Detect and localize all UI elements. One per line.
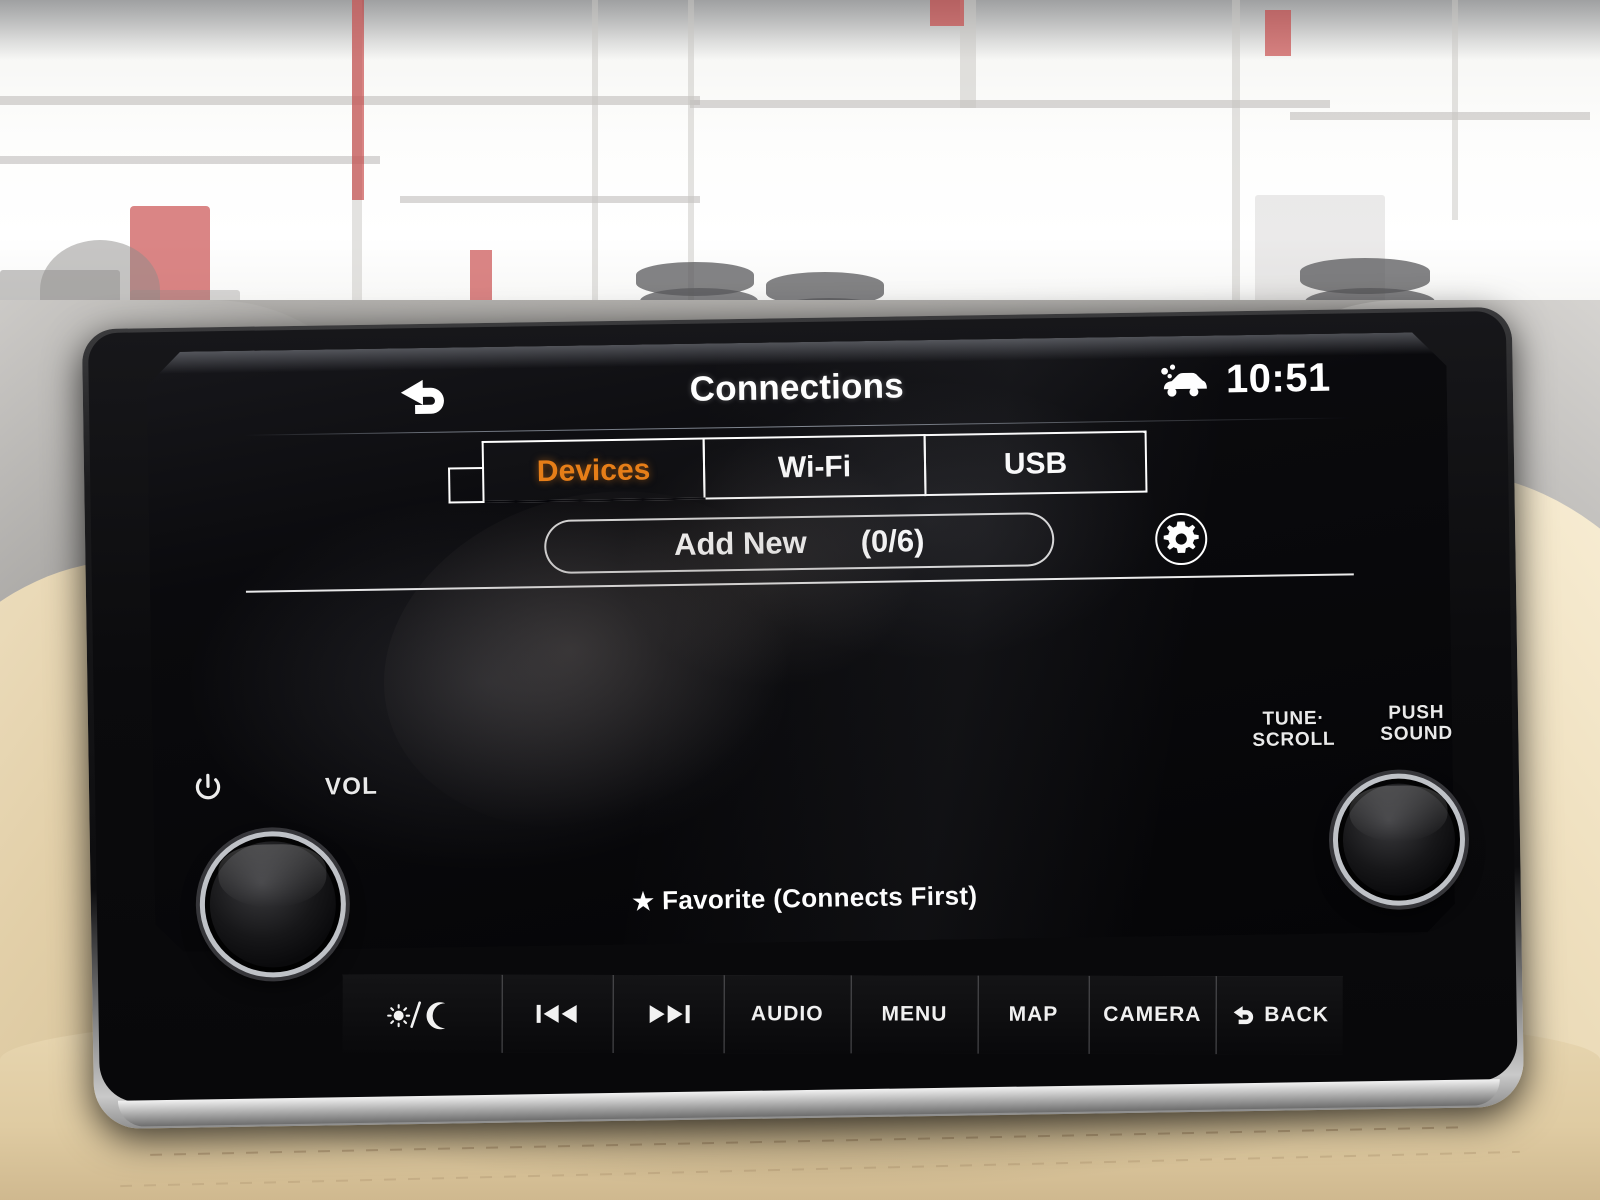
- tab-usb[interactable]: USB: [924, 431, 1148, 496]
- active-tab-notch: [449, 501, 485, 504]
- car-exhaust-icon: [1156, 362, 1209, 399]
- add-new-label: Add New: [673, 524, 807, 563]
- next-track-icon: [645, 1002, 691, 1026]
- next-track-button[interactable]: [612, 975, 724, 1054]
- sun-moon-icon: [386, 999, 458, 1030]
- day-night-button[interactable]: [342, 974, 502, 1053]
- map-button-label: MAP: [1008, 1002, 1059, 1026]
- tune-scroll-line1: TUNE·: [1262, 707, 1325, 730]
- gear-icon[interactable]: [1154, 512, 1209, 567]
- touchscreen-display[interactable]: Connections 10:51 Devices Wi-Fi USB Add …: [146, 332, 1455, 952]
- action-row: Add New (0/6): [449, 509, 1150, 578]
- previous-track-button[interactable]: [501, 974, 613, 1054]
- map-button[interactable]: MAP: [977, 975, 1089, 1054]
- back-button[interactable]: BACK: [1215, 976, 1343, 1055]
- tab-usb-label: USB: [1003, 446, 1068, 481]
- favorite-note: ★ Favorite (Connects First): [155, 873, 1455, 924]
- power-icon[interactable]: [195, 773, 222, 808]
- volume-label: VOL: [324, 772, 379, 801]
- tab-devices-label: Devices: [536, 453, 651, 489]
- camera-button-label: CAMERA: [1103, 1002, 1202, 1027]
- connections-screen: Connections 10:51 Devices Wi-Fi USB Add …: [146, 332, 1455, 952]
- tab-devices[interactable]: Devices: [482, 438, 706, 503]
- add-new-count: (0/6): [860, 523, 925, 560]
- add-new-button[interactable]: Add New (0/6): [544, 512, 1055, 574]
- audio-button[interactable]: AUDIO: [723, 975, 851, 1054]
- tab-wifi-label: Wi-Fi: [777, 450, 852, 485]
- star-icon: ★: [632, 888, 655, 916]
- tune-scroll-line2: SCROLL: [1252, 728, 1336, 751]
- push-sound-label: PUSH SOUND: [1380, 702, 1453, 745]
- active-tab-notch-top: [448, 467, 484, 470]
- prev-track-icon: [535, 1002, 581, 1026]
- back-button-label: BACK: [1264, 1003, 1329, 1027]
- menu-button[interactable]: MENU: [850, 975, 978, 1054]
- tab-wifi[interactable]: Wi-Fi: [703, 434, 927, 499]
- windshield-view: [0, 0, 1600, 340]
- device-list-divider: [246, 573, 1354, 592]
- favorite-note-label: Favorite (Connects First): [661, 880, 978, 916]
- infotainment-head-unit: Connections 10:51 Devices Wi-Fi USB Add …: [81, 306, 1525, 1130]
- active-tab-notch-vertical: [448, 468, 451, 504]
- push-sound-line1: PUSH: [1388, 701, 1445, 724]
- camera-button[interactable]: CAMERA: [1088, 975, 1216, 1055]
- back-arrow-icon: [1230, 1004, 1256, 1026]
- audio-button-label: AUDIO: [750, 1002, 824, 1026]
- hardware-button-bar: AUDIO MENU MAP CAMERA BACK: [342, 974, 1343, 1055]
- tune-scroll-label: TUNE· SCROLL: [1252, 707, 1336, 751]
- status-right-group: 10:51: [1156, 356, 1331, 404]
- clock: 10:51: [1225, 355, 1332, 402]
- vehicle-interior-scene: Connections 10:51 Devices Wi-Fi USB Add …: [0, 0, 1600, 1200]
- menu-button-label: MENU: [881, 1002, 948, 1026]
- push-sound-line2: SOUND: [1380, 722, 1454, 745]
